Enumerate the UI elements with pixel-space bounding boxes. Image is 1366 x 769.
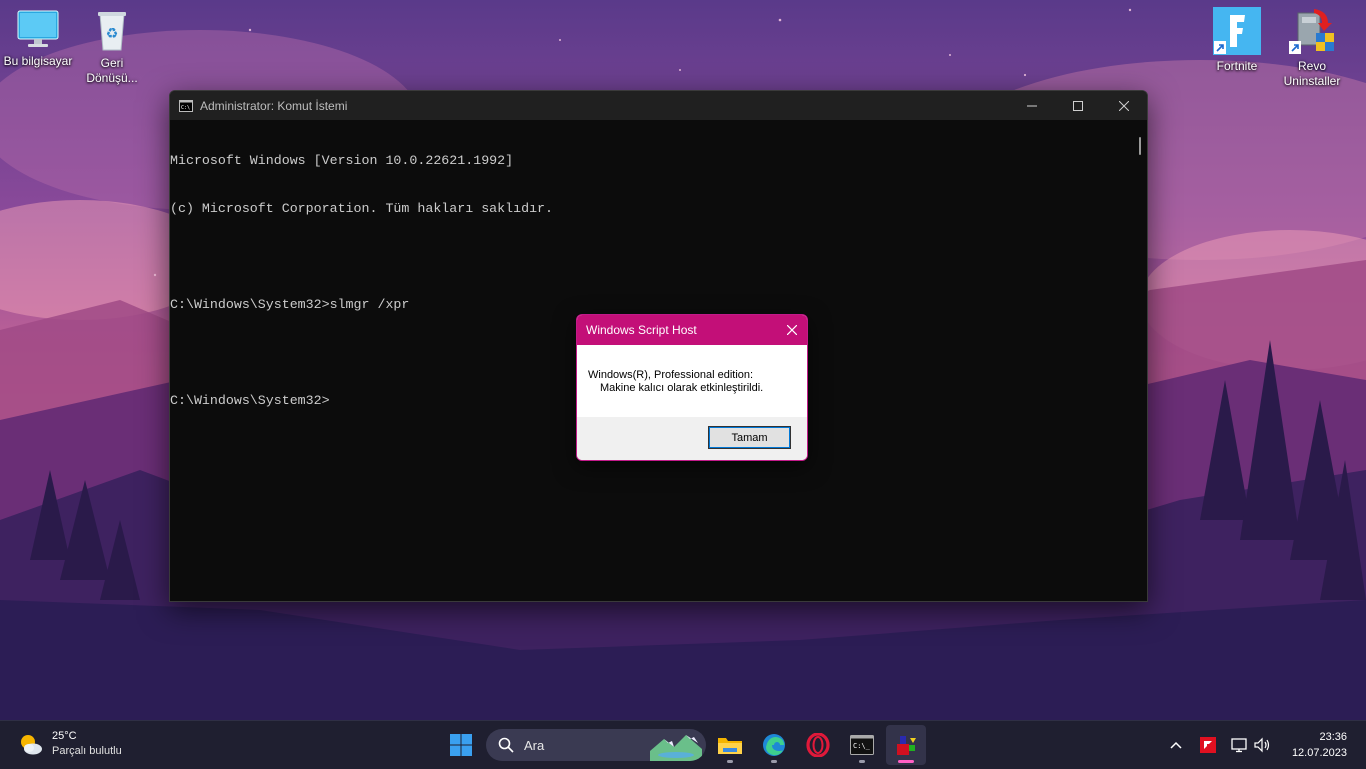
script-host-icon <box>897 736 916 755</box>
desktop-icon-fortnite[interactable]: Fortnite <box>1199 7 1275 74</box>
running-indicator <box>771 760 777 763</box>
close-icon <box>787 325 797 335</box>
dialog-body: Windows(R), Professional edition: Makine… <box>577 345 807 416</box>
desktop-icon-label: Fortnite <box>1216 59 1258 73</box>
revo-uninstaller-icon <box>1289 9 1334 54</box>
window-caption-buttons <box>1009 91 1147 120</box>
show-hidden-icons-button[interactable] <box>1166 733 1186 757</box>
dialog-title: Windows Script Host <box>586 323 697 337</box>
weather-widget[interactable]: 25°C Parçalı bulutlu <box>18 729 122 759</box>
active-indicator <box>898 760 914 763</box>
network-status[interactable] <box>1229 733 1251 757</box>
chevron-up-icon <box>1170 741 1182 749</box>
search-highlight-image <box>650 735 702 761</box>
speaker-icon <box>1254 737 1270 753</box>
partly-cloudy-icon <box>21 735 42 755</box>
window-titlebar[interactable]: C:\ Administrator: Komut İstemi <box>170 91 1147 120</box>
dialog-message-line: Makine kalıcı olarak etkinleştirildi. <box>600 382 764 394</box>
amd-icon <box>1200 737 1216 753</box>
taskbar: 25°C Parçalı bulutlu Ara C:\_ 23:36 12.0… <box>0 720 1366 769</box>
running-indicator <box>859 760 865 763</box>
close-icon <box>1119 100 1129 111</box>
script-host-dialog[interactable]: Windows Script Host Windows(R), Professi… <box>576 314 808 461</box>
weather-condition: Parçalı bulutlu <box>52 745 122 757</box>
dialog-titlebar[interactable]: Windows Script Host <box>577 315 807 345</box>
clock-time: 23:36 <box>1319 731 1347 743</box>
svg-text:C:\_: C:\_ <box>853 742 871 750</box>
running-indicator <box>727 760 733 763</box>
amd-tray-icon[interactable] <box>1198 733 1218 757</box>
terminal-icon: C:\_ <box>850 735 874 755</box>
network-icon <box>1231 738 1247 753</box>
minimize-icon <box>1027 105 1037 106</box>
taskbar-edge[interactable] <box>754 725 794 765</box>
svg-text:C:\: C:\ <box>181 105 190 111</box>
folder-icon <box>718 738 742 754</box>
desktop-icon-label: Revo Uninstaller <box>1283 59 1341 88</box>
search-icon <box>498 737 514 753</box>
clock[interactable]: 23:36 12.07.2023 <box>1292 729 1347 761</box>
console-line: C:\Windows\System32>slmgr /xpr <box>170 297 410 312</box>
taskbar-script-host[interactable] <box>886 725 926 765</box>
ok-button[interactable]: Tamam <box>708 426 791 449</box>
taskbar-opera[interactable] <box>798 725 838 765</box>
search-placeholder: Ara <box>524 737 545 753</box>
console-line: Microsoft Windows [Version 10.0.22621.19… <box>170 153 514 168</box>
dialog-close-button[interactable] <box>777 315 807 345</box>
desktop-icon-revo-uninstaller[interactable]: Revo Uninstaller <box>1274 7 1350 89</box>
maximize-icon <box>1073 100 1083 111</box>
clock-date: 12.07.2023 <box>1291 747 1347 759</box>
taskbar-search-box[interactable]: Ara <box>486 729 706 761</box>
dialog-message-line: Windows(R), Professional edition: <box>588 369 754 381</box>
desktop-icon-recycle-bin[interactable]: ♻ Geri Dönüşü... <box>74 8 150 86</box>
desktop-icon-label: Geri Dönüşü... <box>86 56 138 85</box>
fortnite-icon <box>1213 7 1261 55</box>
cmd-icon: C:\ <box>179 99 193 112</box>
desktop-icon-label: Bu bilgisayar <box>3 54 73 68</box>
start-button[interactable] <box>441 725 481 765</box>
svg-text:♻: ♻ <box>106 26 119 42</box>
edge-browser-icon <box>763 734 785 756</box>
console-line: (c) Microsoft Corporation. Tüm hakları s… <box>170 201 554 216</box>
desktop-icon-this-pc[interactable]: Bu bilgisayar <box>0 8 76 69</box>
opera-browser-icon <box>806 733 830 757</box>
dialog-footer: Tamam <box>577 417 807 460</box>
weather-temperature: 25°C <box>52 730 77 742</box>
minimize-button[interactable] <box>1009 91 1055 120</box>
volume-control[interactable] <box>1252 733 1274 757</box>
scrollbar-thumb[interactable] <box>1139 137 1141 155</box>
maximize-button[interactable] <box>1055 91 1101 120</box>
taskbar-file-explorer[interactable] <box>710 725 750 765</box>
scrollbar[interactable] <box>1131 121 1147 601</box>
window-title: Administrator: Komut İstemi <box>200 98 348 113</box>
taskbar-terminal[interactable]: C:\_ <box>842 725 882 765</box>
windows-logo-icon <box>450 734 472 756</box>
recycle-bin-icon: ♻ <box>98 12 126 51</box>
monitor-icon <box>17 10 59 47</box>
close-button[interactable] <box>1101 91 1147 120</box>
